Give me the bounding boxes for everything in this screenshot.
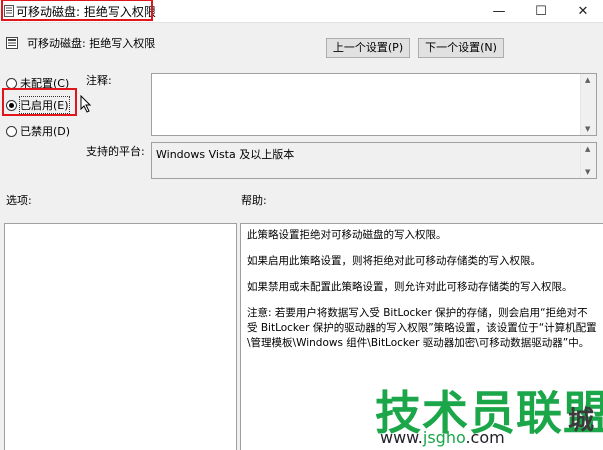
options-pane (4, 223, 237, 450)
scroll-down-icon[interactable]: ▼ (585, 168, 590, 176)
supported-scrollbar[interactable]: ▲ ▼ (580, 143, 596, 178)
radio-disabled[interactable]: 已禁用(D) (6, 123, 70, 139)
supported-platform-field: Windows Vista 及以上版本 ▲ ▼ (151, 142, 597, 179)
maximize-button[interactable]: ☐ (526, 0, 556, 22)
watermark-partial-text: 城 (568, 406, 595, 436)
enabled-highlight-box (2, 88, 77, 116)
scroll-down-icon[interactable]: ▼ (585, 125, 590, 133)
previous-setting-button[interactable]: 上一个设置(P) (326, 38, 410, 58)
minimize-button[interactable]: — (484, 0, 514, 22)
help-text: 此策略设置拒绝对可移动磁盘的写入权限。 如果启用此策略设置，则将拒绝对此可移动存… (247, 228, 597, 362)
radio-disabled-indicator[interactable] (6, 125, 17, 137)
supported-platform-value: Windows Vista 及以上版本 (156, 148, 295, 161)
mouse-cursor-icon (80, 95, 92, 113)
help-paragraph: 注意: 若要用户将数据写入受 BitLocker 保护的存储，则会启用“拒绝对不… (247, 307, 597, 349)
options-label: 选项: (6, 194, 32, 207)
radio-not-configured-indicator[interactable] (6, 77, 17, 89)
close-button[interactable]: ✕ (568, 0, 598, 22)
watermark-url: www.jsgho.com (380, 428, 505, 447)
scroll-up-icon[interactable]: ▲ (585, 76, 590, 84)
help-paragraph: 如果启用此策略设置，则将拒绝对此可移动存储类的写入权限。 (247, 255, 541, 267)
help-label: 帮助: (241, 194, 267, 207)
title-bar: 可移动磁盘: 拒绝写入权限 — ☐ ✕ (0, 0, 603, 23)
comment-textarea[interactable]: ▲ ▼ (151, 73, 597, 136)
radio-disabled-label: 已禁用(D) (20, 125, 71, 138)
policy-setting-icon (6, 37, 18, 49)
policy-name: 可移动磁盘: 拒绝写入权限 (27, 37, 156, 50)
scroll-up-icon[interactable]: ▲ (585, 145, 590, 153)
comment-label: 注释: (86, 74, 112, 87)
supported-platform-label: 支持的平台: (86, 145, 145, 158)
help-paragraph: 如果禁用或未配置此策略设置，则允许对此可移动存储类的写入权限。 (247, 281, 573, 293)
next-setting-button[interactable]: 下一个设置(N) (418, 38, 504, 58)
help-paragraph: 此策略设置拒绝对可移动磁盘的写入权限。 (247, 229, 447, 241)
title-highlight-box (1, 0, 153, 21)
comment-scrollbar[interactable]: ▲ ▼ (580, 74, 596, 135)
